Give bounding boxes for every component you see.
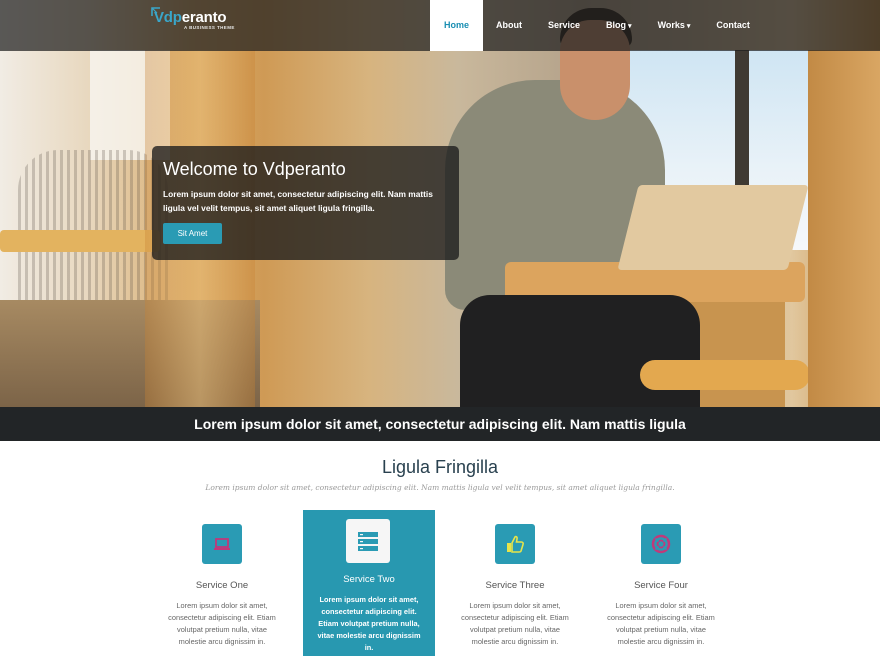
logo-tagline: A BUSINESS THEME (184, 25, 235, 30)
caret-down-icon: ▾ (686, 23, 691, 30)
hero-cta-button[interactable]: Sit Amet (163, 223, 222, 244)
logo-wordmark: Vdperanto (154, 9, 227, 26)
hero-title: Welcome to Vdperanto (163, 159, 346, 179)
service-text: Lorem ipsum dolor sit amet, consectetur … (317, 595, 421, 652)
hero-caption: Welcome to Vdperanto Lorem ipsum dolor s… (152, 146, 459, 260)
nav-works[interactable]: Works ▾ (645, 0, 704, 51)
service-title: Service Two (343, 574, 395, 585)
hero-text: Lorem ipsum dolor sit amet, consectetur … (163, 189, 433, 213)
service-icon-box (202, 524, 242, 564)
service-text: Lorem ipsum dolor sit amet, consectetur … (607, 601, 715, 646)
nav-service[interactable]: Service (535, 0, 593, 51)
service-card-two[interactable]: Service Two Lorem ipsum dolor sit amet, … (303, 510, 435, 656)
nav-contact[interactable]: Contact (703, 0, 763, 51)
site-logo[interactable]: Vdperanto A BUSINESS THEME (150, 6, 240, 40)
service-title: Service One (195, 580, 249, 591)
laptop-icon (214, 538, 230, 550)
nav-home[interactable]: Home (430, 0, 484, 51)
service-icon-box (346, 519, 390, 563)
section-subtitle: Lorem ipsum dolor sit amet, consectetur … (205, 483, 675, 492)
nav-about[interactable]: About (483, 0, 535, 51)
thumbs-up-icon (507, 535, 524, 553)
nav-blog[interactable]: Blog ▾ (593, 0, 645, 51)
service-text: Lorem ipsum dolor sit amet, consectetur … (461, 601, 569, 646)
tagline-strip: Lorem ipsum dolor sit amet, consectetur … (0, 407, 880, 441)
section-title: Ligula Fringilla (381, 457, 499, 477)
service-title: Service Four (634, 580, 688, 591)
service-text: Lorem ipsum dolor sit amet, consectetur … (168, 601, 276, 646)
service-title: Service Three (485, 580, 545, 591)
service-icon-box (495, 524, 535, 564)
caret-down-icon: ▾ (628, 23, 632, 30)
server-icon (358, 532, 378, 551)
site-header: Vdperanto A BUSINESS THEME Home About Se… (0, 0, 880, 51)
life-ring-icon (651, 534, 671, 554)
service-icon-box (641, 524, 681, 564)
main-nav: Home About Service Blog ▾ Works ▾ Contact (430, 0, 763, 51)
